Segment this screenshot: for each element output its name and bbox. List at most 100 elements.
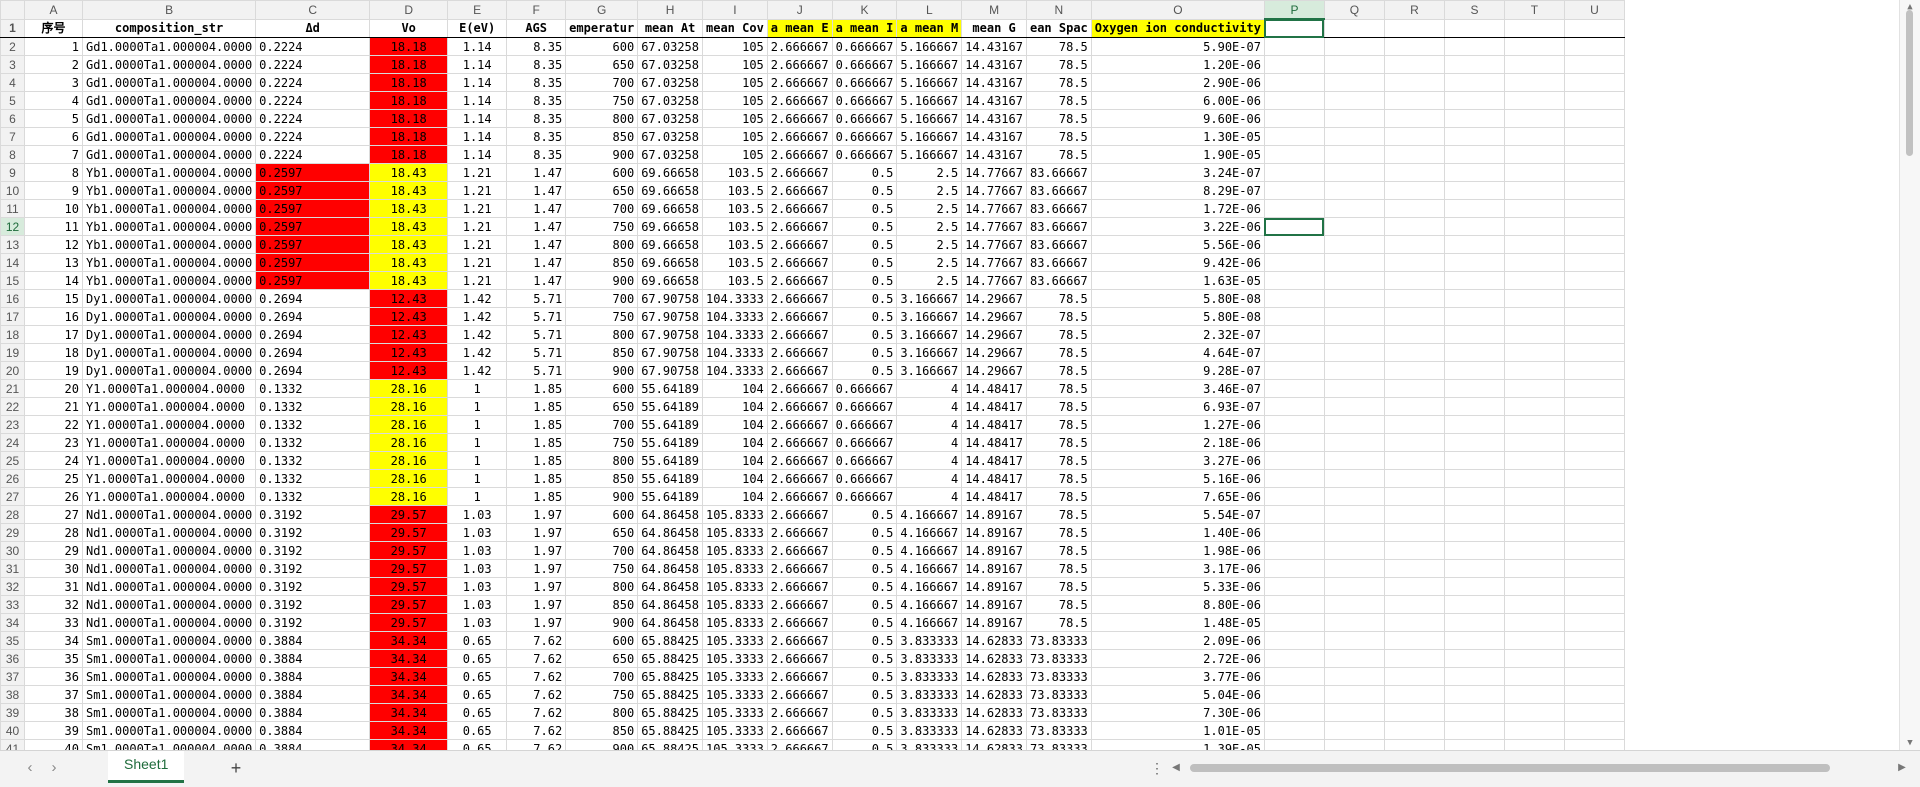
cell-h23[interactable]: 55.64189	[637, 415, 703, 434]
cell-n26[interactable]: 78.5	[1025, 469, 1092, 488]
scroll-left-icon[interactable]: ◀	[1170, 761, 1182, 775]
cell-j34[interactable]: 2.666667	[766, 613, 833, 632]
cell-t1[interactable]	[1503, 18, 1565, 38]
cell-f23[interactable]: 1.85	[506, 415, 567, 434]
cell-m35[interactable]: 14.62833	[961, 631, 1027, 650]
row-header-27[interactable]: 27	[0, 487, 25, 506]
cell-u34[interactable]	[1563, 613, 1625, 632]
cell-k7[interactable]: 0.666667	[831, 127, 898, 146]
cell-k10[interactable]: 0.5	[831, 181, 898, 200]
cell-e20[interactable]: 1.42	[447, 361, 508, 380]
cell-p30[interactable]	[1263, 541, 1325, 560]
cell-n27[interactable]: 78.5	[1025, 487, 1092, 506]
cell-u35[interactable]	[1563, 631, 1625, 650]
cell-p26[interactable]	[1263, 469, 1325, 488]
cell-b19[interactable]: Dy1.0000Ta1.000004.0000	[81, 343, 257, 362]
cell-j33[interactable]: 2.666667	[766, 595, 833, 614]
cell-j24[interactable]: 2.666667	[766, 433, 833, 452]
cell-g18[interactable]: 800	[565, 325, 639, 344]
cell-m40[interactable]: 14.62833	[961, 721, 1027, 740]
cell-p33[interactable]	[1263, 595, 1325, 614]
cell-j37[interactable]: 2.666667	[766, 667, 833, 686]
cell-m28[interactable]: 14.89167	[961, 505, 1027, 524]
cell-o14[interactable]: 9.42E-06	[1090, 253, 1265, 272]
cell-p23[interactable]	[1263, 415, 1325, 434]
cell-d11[interactable]: 18.43	[369, 199, 449, 218]
cell-o12[interactable]: 3.22E-06	[1090, 217, 1265, 236]
cell-q21[interactable]	[1323, 379, 1385, 398]
cell-e6[interactable]: 1.14	[447, 109, 508, 128]
column-header-u[interactable]: U	[1563, 0, 1625, 20]
cell-p39[interactable]	[1263, 703, 1325, 722]
row-header-41[interactable]: 41	[0, 739, 25, 750]
cell-o9[interactable]: 3.24E-07	[1090, 163, 1265, 182]
cell-u37[interactable]	[1563, 667, 1625, 686]
row-header-13[interactable]: 13	[0, 235, 25, 254]
cell-p10[interactable]	[1263, 181, 1325, 200]
cell-c13[interactable]: 0.2597	[255, 235, 371, 254]
cell-m30[interactable]: 14.89167	[961, 541, 1027, 560]
cell-f7[interactable]: 8.35	[506, 127, 567, 146]
cell-m9[interactable]: 14.77667	[961, 163, 1027, 182]
cell-j2[interactable]: 2.666667	[766, 37, 833, 56]
cell-e33[interactable]: 1.03	[447, 595, 508, 614]
cell-q31[interactable]	[1323, 559, 1385, 578]
cell-k37[interactable]: 0.5	[831, 667, 898, 686]
cell-r20[interactable]	[1383, 361, 1445, 380]
row-header-1[interactable]: 1	[0, 18, 25, 38]
cell-r33[interactable]	[1383, 595, 1445, 614]
cell-t8[interactable]	[1503, 145, 1565, 164]
cell-l6[interactable]: 5.166667	[896, 109, 963, 128]
cell-r14[interactable]	[1383, 253, 1445, 272]
cell-g8[interactable]: 900	[565, 145, 639, 164]
column-header-j[interactable]: J	[766, 0, 833, 20]
cell-o28[interactable]: 5.54E-07	[1090, 505, 1265, 524]
cell-o13[interactable]: 5.56E-06	[1090, 235, 1265, 254]
row-header-4[interactable]: 4	[0, 73, 25, 92]
cell-t17[interactable]	[1503, 307, 1565, 326]
cell-k27[interactable]: 0.666667	[831, 487, 898, 506]
vertical-scroll-thumb[interactable]	[1906, 10, 1913, 156]
column-header-c[interactable]: C	[255, 0, 371, 20]
cell-a25[interactable]: 24	[24, 451, 83, 470]
cell-p21[interactable]	[1263, 379, 1325, 398]
cell-n13[interactable]: 83.66667	[1025, 235, 1092, 254]
cell-e30[interactable]: 1.03	[447, 541, 508, 560]
cell-i28[interactable]: 105.8333	[702, 505, 768, 524]
cell-t33[interactable]	[1503, 595, 1565, 614]
cell-u18[interactable]	[1563, 325, 1625, 344]
cell-p37[interactable]	[1263, 667, 1325, 686]
cell-s17[interactable]	[1443, 307, 1505, 326]
cell-h32[interactable]: 64.86458	[637, 577, 703, 596]
cell-i27[interactable]: 104	[702, 487, 768, 506]
cell-b25[interactable]: Y1.0000Ta1.000004.0000	[81, 451, 257, 470]
cell-b15[interactable]: Yb1.0000Ta1.000004.0000	[81, 271, 257, 290]
cell-p31[interactable]	[1263, 559, 1325, 578]
cell-h19[interactable]: 67.90758	[637, 343, 703, 362]
cell-s20[interactable]	[1443, 361, 1505, 380]
cell-u27[interactable]	[1563, 487, 1625, 506]
row-header-9[interactable]: 9	[0, 163, 25, 182]
cell-f19[interactable]: 5.71	[506, 343, 567, 362]
row-header-6[interactable]: 6	[0, 109, 25, 128]
cell-g28[interactable]: 600	[565, 505, 639, 524]
cell-h18[interactable]: 67.90758	[637, 325, 703, 344]
cell-u22[interactable]	[1563, 397, 1625, 416]
cell-h2[interactable]: 67.03258	[637, 37, 703, 56]
cell-n33[interactable]: 78.5	[1025, 595, 1092, 614]
cell-m18[interactable]: 14.29667	[961, 325, 1027, 344]
cell-k34[interactable]: 0.5	[831, 613, 898, 632]
row-header-7[interactable]: 7	[0, 127, 25, 146]
cell-j32[interactable]: 2.666667	[766, 577, 833, 596]
cell-f27[interactable]: 1.85	[506, 487, 567, 506]
cell-d20[interactable]: 12.43	[369, 361, 449, 380]
cell-f29[interactable]: 1.97	[506, 523, 567, 542]
cell-t28[interactable]	[1503, 505, 1565, 524]
cell-b7[interactable]: Gd1.0000Ta1.000004.0000	[81, 127, 257, 146]
cell-d36[interactable]: 34.34	[369, 649, 449, 668]
cell-b40[interactable]: Sm1.0000Ta1.000004.0000	[81, 721, 257, 740]
cell-e3[interactable]: 1.14	[447, 55, 508, 74]
cell-e22[interactable]: 1	[447, 397, 508, 416]
cell-s14[interactable]	[1443, 253, 1505, 272]
cell-l33[interactable]: 4.166667	[896, 595, 963, 614]
